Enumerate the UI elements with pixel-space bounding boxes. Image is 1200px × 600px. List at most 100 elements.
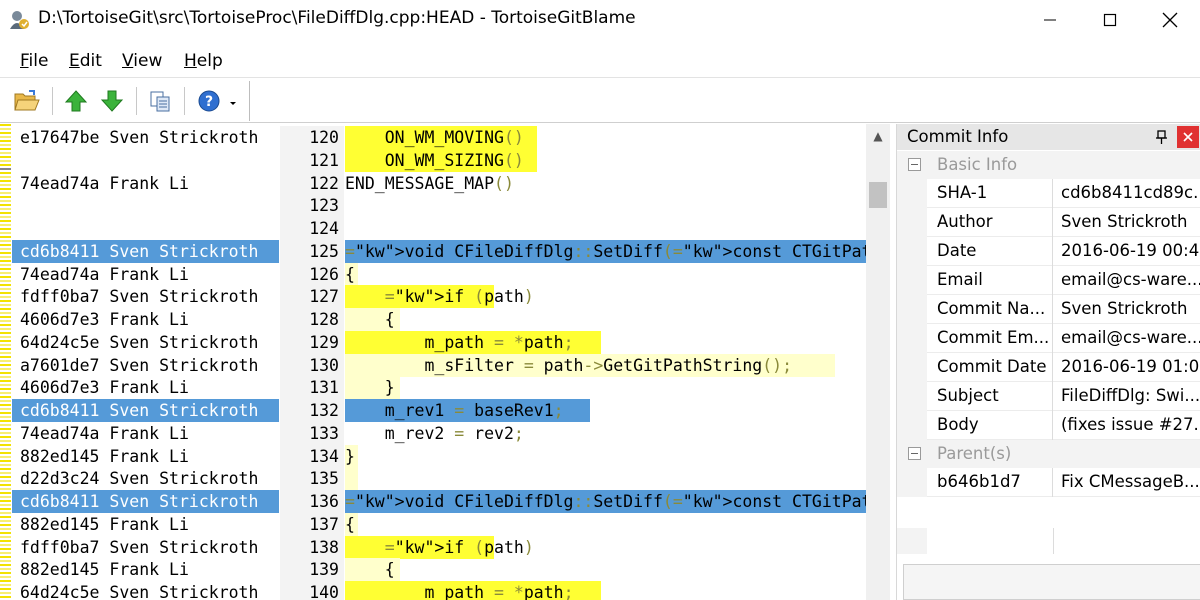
- blame-row[interactable]: 4606d7e3 Frank Li 128 {: [0, 308, 866, 331]
- blame-row[interactable]: fdff0ba7 Sven Strickroth 127 ="kw">if (pa…: [0, 285, 866, 309]
- scrollbar-thumb[interactable]: [869, 182, 887, 208]
- property-row[interactable]: SHA-1 cd6b8411cd89c...: [897, 179, 1200, 208]
- blame-row[interactable]: e17647be Sven Strickroth 120 ON_WM_MOVING…: [0, 126, 866, 149]
- property-value[interactable]: FileDiffDlg: Swi...: [1054, 382, 1200, 411]
- property-row[interactable]: Body (fixes issue #27...: [897, 411, 1200, 440]
- blame-annotation[interactable]: 882ed145 Frank Li: [12, 513, 279, 536]
- scroll-up-arrow-icon[interactable]: ▲: [866, 124, 890, 148]
- commit-hash: 882ed145: [20, 446, 100, 466]
- blame-annotation[interactable]: 882ed145 Frank Li: [12, 558, 279, 581]
- blame-annotation[interactable]: 64d24c5e Sven Strickroth: [12, 331, 279, 354]
- blame-row[interactable]: 64d24c5e Sven Strickroth 140 m_path = *pa…: [0, 581, 866, 600]
- property-row[interactable]: Date 2016-06-19 00:41: [897, 237, 1200, 266]
- blame-row[interactable]: cd6b8411 Sven Strickroth 136 ="kw">void CF…: [0, 490, 951, 513]
- copy-button[interactable]: [145, 86, 175, 116]
- category-basic-info[interactable]: Basic Info: [897, 151, 1200, 179]
- blame-annotation[interactable]: [12, 149, 279, 172]
- property-gutter: [897, 266, 927, 295]
- blame-row[interactable]: 74ead74a Frank Li 122 END_MESSAGE_MAP(): [0, 171, 866, 195]
- property-row[interactable]: Commit Em... email@cs-ware...: [897, 324, 1200, 353]
- property-value[interactable]: (fixes issue #27...: [1054, 411, 1200, 440]
- blame-row[interactable]: fdff0ba7 Sven Strickroth 138 ="kw">if (pa…: [0, 535, 866, 559]
- menu-edit[interactable]: Edit: [69, 51, 102, 71]
- collapse-toggle-icon[interactable]: [908, 158, 921, 171]
- code-line: {: [345, 512, 358, 536]
- blame-annotation[interactable]: e17647be Sven Strickroth: [12, 126, 279, 149]
- blame-row[interactable]: 124: [0, 217, 866, 240]
- blame-row[interactable]: 74ead74a Frank Li 133 m_rev2 = rev2;: [0, 421, 866, 445]
- property-row[interactable]: Email email@cs-ware...: [897, 266, 1200, 295]
- pin-icon[interactable]: [1153, 128, 1171, 146]
- menu-view[interactable]: View: [122, 51, 162, 71]
- blame-annotation[interactable]: 4606d7e3 Frank Li: [12, 376, 279, 399]
- blame-row[interactable]: d22d3c24 Sven Strickroth 135: [0, 467, 866, 491]
- blame-annotation[interactable]: 64d24c5e Sven Strickroth: [12, 581, 279, 600]
- property-row[interactable]: Author Sven Strickroth: [897, 208, 1200, 237]
- category-parents[interactable]: Parent(s): [897, 440, 1200, 468]
- collapse-toggle-icon[interactable]: [908, 447, 921, 460]
- blame-annotation[interactable]: 74ead74a Frank Li: [12, 422, 279, 445]
- blame-annotation[interactable]: [12, 217, 279, 240]
- blame-annotation[interactable]: fdff0ba7 Sven Strickroth: [12, 536, 279, 559]
- property-gutter: [897, 179, 927, 208]
- property-row[interactable]: Subject FileDiffDlg: Swi...: [897, 382, 1200, 411]
- blame-annotation[interactable]: cd6b8411 Sven Strickroth: [12, 399, 279, 422]
- commit-author: Frank Li: [109, 173, 189, 193]
- blame-row[interactable]: cd6b8411 Sven Strickroth 125 ="kw">void CF…: [0, 239, 951, 263]
- blame-annotation[interactable]: cd6b8411 Sven Strickroth: [12, 239, 279, 263]
- blame-annotation[interactable]: [12, 194, 279, 217]
- blame-view[interactable]: e17647be Sven Strickroth 120 ON_WM_MOVING…: [0, 124, 951, 600]
- blame-row[interactable]: 123: [0, 194, 866, 218]
- close-pane-button[interactable]: [1177, 126, 1199, 148]
- help-dropdown-button[interactable]: [224, 86, 242, 116]
- property-value[interactable]: 2016-06-19 00:41: [1054, 237, 1200, 266]
- blame-row[interactable]: 74ead74a Frank Li 126{: [0, 262, 866, 286]
- menu-file[interactable]: File: [20, 51, 48, 71]
- property-value[interactable]: email@cs-ware...: [1054, 266, 1200, 295]
- blame-annotation[interactable]: 4606d7e3 Frank Li: [12, 308, 279, 331]
- code-line: ="kw">if (path): [345, 285, 534, 309]
- blame-row[interactable]: 64d24c5e Sven Strickroth 129 m_path = *pa…: [0, 330, 866, 354]
- blame-row[interactable]: 4606d7e3 Frank Li 131 }: [0, 376, 866, 400]
- property-row[interactable]: b646b1d7 Fix CMessageB...: [897, 468, 1200, 497]
- blame-row[interactable]: 882ed145 Frank Li 139 {: [0, 558, 866, 582]
- vertical-scrollbar[interactable]: ▲: [866, 124, 890, 600]
- property-value[interactable]: Sven Strickroth: [1054, 295, 1200, 324]
- code-line: m_rev2 = rev2;: [345, 423, 524, 443]
- next-revision-button[interactable]: [97, 86, 127, 116]
- blame-annotation[interactable]: a7601de7 Sven Strickroth: [12, 354, 279, 377]
- property-gutter: [897, 411, 927, 440]
- previous-revision-button[interactable]: [61, 86, 91, 116]
- property-row[interactable]: Commit Date 2016-06-19 01:09: [897, 353, 1200, 382]
- property-value[interactable]: cd6b8411cd89c...: [1054, 179, 1200, 208]
- minimize-button[interactable]: [1020, 0, 1080, 40]
- blame-row[interactable]: 882ed145 Frank Li 137{: [0, 512, 866, 536]
- blame-row[interactable]: a7601de7 Sven Strickroth 130 m_sFilter = …: [0, 353, 866, 377]
- property-value[interactable]: email@cs-ware...: [1054, 324, 1200, 353]
- commit-hash: 882ed145: [20, 514, 100, 534]
- close-window-button[interactable]: [1140, 0, 1200, 40]
- blame-row[interactable]: 882ed145 Frank Li 134}: [0, 444, 866, 468]
- commit-author: Sven Strickroth: [109, 128, 259, 147]
- property-row[interactable]: Commit Na... Sven Strickroth: [897, 295, 1200, 324]
- property-value[interactable]: Sven Strickroth: [1054, 208, 1200, 237]
- blame-annotation[interactable]: cd6b8411 Sven Strickroth: [12, 490, 279, 513]
- maximize-button[interactable]: [1080, 0, 1140, 40]
- code-line: ON_WM_MOVING(): [345, 126, 537, 149]
- code-line: ="kw">void CFileDiffDlg::SetDiff(="kw">c…: [345, 239, 951, 263]
- commit-hash: 64d24c5e: [20, 583, 100, 600]
- property-value[interactable]: Fix CMessageB...: [1054, 468, 1200, 497]
- help-button[interactable]: ?: [194, 86, 224, 116]
- blame-annotation[interactable]: d22d3c24 Sven Strickroth: [12, 467, 279, 490]
- property-value[interactable]: 2016-06-19 01:09: [1054, 353, 1200, 382]
- blame-row[interactable]: cd6b8411 Sven Strickroth 132 m_rev1 = bas…: [0, 399, 866, 422]
- blame-annotation[interactable]: 882ed145 Frank Li: [12, 445, 279, 468]
- blame-annotation[interactable]: fdff0ba7 Sven Strickroth: [12, 285, 279, 308]
- blame-row[interactable]: 121 ON_WM_SIZING(): [0, 148, 866, 172]
- open-file-button[interactable]: [12, 86, 42, 116]
- minimize-icon: [1044, 19, 1056, 21]
- blame-annotation[interactable]: 74ead74a Frank Li: [12, 172, 279, 195]
- menu-help[interactable]: Help: [184, 51, 223, 71]
- property-name: Date: [927, 237, 1053, 266]
- blame-annotation[interactable]: 74ead74a Frank Li: [12, 263, 279, 286]
